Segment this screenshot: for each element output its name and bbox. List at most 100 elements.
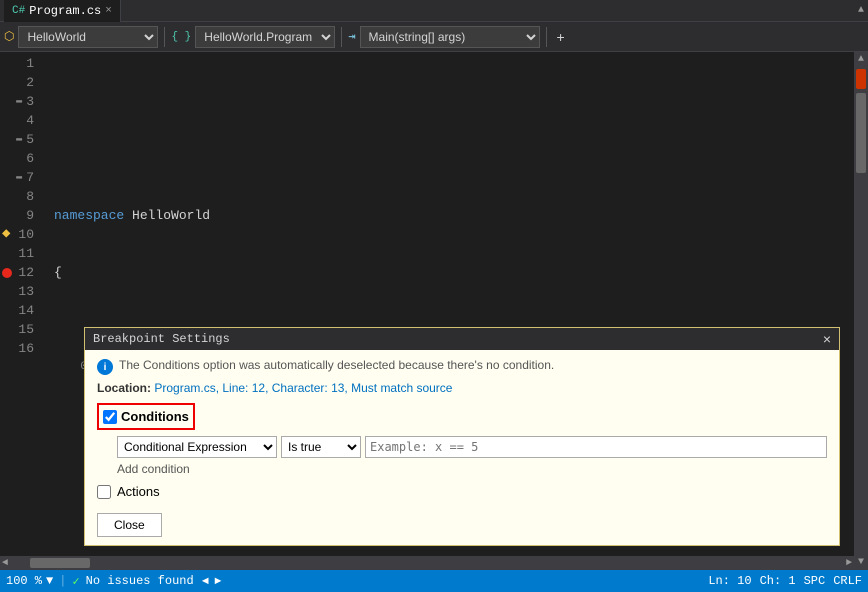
bookmark-icon: ◆ [2, 225, 10, 244]
project-icon: ⬡ [4, 29, 14, 44]
separator-3 [546, 27, 547, 47]
gutter-4: 4 [0, 111, 40, 130]
check-icon: ✓ [72, 574, 79, 589]
tab-close-btn[interactable]: × [105, 5, 112, 17]
gutter-6: 6 [0, 149, 40, 168]
ns-name: HelloWorld [132, 206, 210, 225]
line-ending: CRLF [833, 574, 862, 588]
bp-header-title-area: Breakpoint Settings [93, 332, 230, 346]
conditions-box: Conditions [97, 403, 195, 430]
method-icon: ⇥ [348, 29, 355, 44]
gutter-10: ◆ 10 [0, 225, 40, 244]
tab-program-cs[interactable]: C# Program.cs × [4, 0, 121, 22]
status-right: Ln: 10 Ch: 1 SPC CRLF [708, 574, 862, 588]
condition-type-select[interactable]: Conditional Expression [117, 436, 277, 458]
gutter-8: 8 [0, 187, 40, 206]
line-7-code: static void Main(string[] args) [54, 548, 854, 556]
gutter-15: 15 [0, 320, 40, 339]
gutter-7: ▬ 7 [0, 168, 40, 187]
zoom-arrow: ▼ [46, 574, 53, 588]
h-scroll-left[interactable]: ◄ [0, 558, 10, 569]
v-scrollbar[interactable]: ▲ ▼ [854, 52, 868, 570]
condition-input[interactable] [365, 436, 827, 458]
code-toolbar: ⬡ HelloWorld { } HelloWorld.Program ⇥ Ma… [0, 22, 868, 52]
zoom-control[interactable]: 100 % ▼ [6, 574, 53, 588]
collapse-7[interactable]: ▬ [12, 168, 26, 187]
bp-title: Breakpoint Settings [93, 332, 230, 346]
line-numbers: 1 2 ▬ 3 4 ▬ 5 6 ▬ 7 8 9 ◆ [0, 52, 48, 556]
close-button[interactable]: Close [97, 513, 162, 537]
gutter-3: ▬ 3 [0, 92, 40, 111]
h-scroll-right[interactable]: ► [844, 558, 854, 569]
gutter-11: 11 [0, 244, 40, 263]
tab-bar: C# Program.cs × [4, 0, 121, 22]
add-condition-link[interactable]: Add condition [117, 462, 827, 476]
no-issues-text: No issues found [86, 574, 194, 588]
breakpoint-panel: Breakpoint Settings × i The Conditions o… [84, 327, 840, 546]
v-scroll-down[interactable]: ▼ [858, 555, 864, 570]
conditions-checkbox[interactable] [103, 410, 117, 424]
bp-location: Location: Program.cs, Line: 12, Characte… [97, 381, 827, 395]
brace-4: { [54, 263, 62, 282]
tab-label: Program.cs [29, 4, 101, 18]
gutter-16: 16 [0, 339, 40, 358]
status-bar: 100 % ▼ | ✓ No issues found ◄ ► Ln: 10 C… [0, 570, 868, 592]
h-scrollbar[interactable]: ◄ ► [0, 556, 854, 570]
status-left: 100 % ▼ | ✓ No issues found [6, 574, 194, 589]
gutter-13: 13 [0, 282, 40, 301]
char-info: Ch: 1 [760, 574, 796, 588]
title-bar: C# Program.cs × ▲ [0, 0, 868, 22]
v-scroll-up[interactable]: ▲ [858, 52, 864, 67]
gutter-1: 1 [0, 54, 40, 73]
bp-close-btn[interactable]: × [823, 331, 831, 347]
location-label: Location: [97, 381, 151, 395]
namespace-selector[interactable]: HelloWorld.Program [195, 26, 335, 48]
nav-arrows[interactable]: ◄ ► [200, 575, 224, 587]
v-scroll-thumb[interactable] [856, 93, 866, 173]
location-link[interactable]: Program.cs, Line: 12, Character: 13, Mus… [154, 381, 452, 395]
line-info: Ln: 10 [708, 574, 751, 588]
breakpoint-12[interactable] [2, 268, 12, 278]
scroll-up-btn[interactable]: ▲ [858, 5, 864, 16]
nav-right-btn[interactable]: ► [213, 575, 224, 587]
actions-label: Actions [117, 484, 160, 499]
zoom-level: 100 % [6, 574, 42, 588]
collapse-3[interactable]: ▬ [12, 92, 26, 111]
separator-2 [341, 27, 342, 47]
line-4: { [48, 263, 854, 282]
kw-namespace: namespace [54, 206, 124, 225]
window-controls: ▲ [858, 5, 864, 16]
bp-body: i The Conditions option was automaticall… [85, 350, 839, 545]
separator-status: | [59, 574, 66, 588]
info-icon: i [97, 359, 113, 375]
actions-checkbox[interactable] [97, 485, 111, 499]
conditions-row: Conditions [97, 403, 827, 430]
main-area: 1 2 ▬ 3 4 ▬ 5 6 ▬ 7 8 9 ◆ [0, 52, 868, 570]
method-selector[interactable]: Main(string[] args) [360, 26, 540, 48]
is-true-select[interactable]: Is true [281, 436, 361, 458]
v-scroll-track[interactable] [854, 67, 868, 555]
separator-1 [164, 27, 165, 47]
project-selector[interactable]: HelloWorld [18, 26, 158, 48]
conditions-section: Conditions Conditional Expression Is tru… [97, 403, 827, 476]
tab-icon: C# [12, 5, 25, 17]
namespace-icon: { } [171, 31, 191, 43]
actions-row: Actions [97, 484, 827, 499]
bp-footer: Close [97, 509, 827, 537]
line-1 [48, 92, 854, 111]
gutter-12: 12 [0, 263, 40, 282]
gutter-5: ▬ 5 [0, 130, 40, 149]
nav-left-btn[interactable]: ◄ [200, 575, 211, 587]
code-editor: 1 2 ▬ 3 4 ▬ 5 6 ▬ 7 8 9 ◆ [0, 52, 854, 570]
bp-header: Breakpoint Settings × [85, 328, 839, 350]
bp-info-msg: i The Conditions option was automaticall… [97, 358, 827, 375]
condition-row: Conditional Expression Is true [117, 436, 827, 458]
gutter-9: 9 [0, 206, 40, 225]
gutter-14: 14 [0, 301, 40, 320]
line-2 [48, 149, 854, 168]
collapse-5[interactable]: ▬ [12, 130, 26, 149]
bp-info-text: The Conditions option was automatically … [119, 358, 554, 372]
h-scroll-thumb[interactable] [30, 558, 90, 568]
encoding: SPC [804, 574, 826, 588]
add-btn[interactable]: + [553, 27, 569, 47]
